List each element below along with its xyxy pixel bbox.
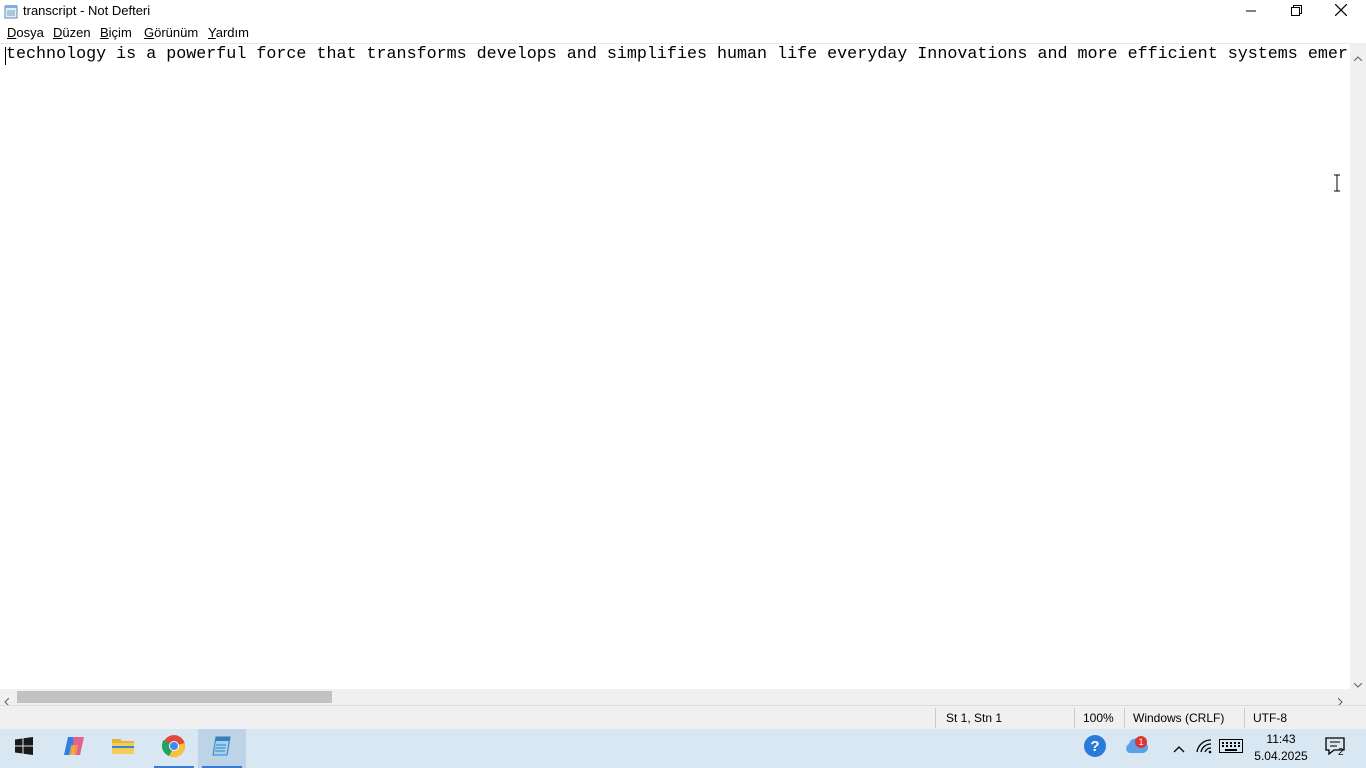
keyboard-tray-button[interactable] bbox=[1216, 729, 1246, 768]
encoding: UTF-8 bbox=[1253, 711, 1287, 725]
chevron-up-icon bbox=[1173, 740, 1185, 758]
editor-content[interactable]: technology is a powerful force that tran… bbox=[6, 45, 1348, 65]
minimize-icon bbox=[1246, 3, 1256, 21]
status-bar: St 1, Stn 1 100% Windows (CRLF) UTF-8 bbox=[0, 705, 1366, 729]
status-divider bbox=[1074, 708, 1075, 728]
menu-duzen[interactable]: Düzen bbox=[53, 25, 91, 40]
help-icon: ? bbox=[1083, 734, 1107, 763]
zoom-level: 100% bbox=[1083, 711, 1114, 725]
close-button[interactable] bbox=[1318, 0, 1364, 23]
chrome-button[interactable] bbox=[150, 729, 198, 768]
cursor-position: St 1, Stn 1 bbox=[946, 711, 1003, 725]
menu-yardim[interactable]: Yardım bbox=[208, 25, 249, 40]
clock-date: 5.04.2025 bbox=[1254, 749, 1308, 763]
menu-gorunum[interactable]: Görünüm bbox=[144, 25, 198, 40]
scrollbar-corner bbox=[1350, 689, 1366, 705]
copilot-icon bbox=[62, 735, 86, 762]
menu-bicim[interactable]: Biçim bbox=[100, 25, 132, 40]
scroll-up-arrow-icon[interactable] bbox=[1353, 48, 1363, 66]
status-divider bbox=[935, 708, 936, 728]
minimize-button[interactable] bbox=[1228, 0, 1274, 23]
restore-icon bbox=[1290, 3, 1302, 21]
wifi-icon bbox=[1195, 738, 1213, 759]
start-icon bbox=[15, 737, 33, 760]
notepad-icon bbox=[210, 734, 234, 763]
network-tray-button[interactable] bbox=[1192, 729, 1216, 768]
title-bar[interactable]: transcript - Not Defteri bbox=[0, 0, 1366, 23]
text-caret bbox=[5, 47, 6, 65]
chrome-icon bbox=[161, 734, 186, 763]
line-ending: Windows (CRLF) bbox=[1133, 711, 1225, 725]
taskbar-clock[interactable]: 11:43 5.04.2025 bbox=[1246, 731, 1316, 765]
help-tray-button[interactable]: ? bbox=[1080, 729, 1110, 768]
file-explorer-icon bbox=[111, 736, 135, 761]
horizontal-scroll-thumb[interactable] bbox=[17, 691, 332, 703]
status-divider bbox=[1244, 708, 1245, 728]
notepad-taskbar-button[interactable] bbox=[198, 729, 246, 768]
taskbar: ? 1 11:43 5.04.2025 2 bbox=[0, 729, 1366, 768]
start-button[interactable] bbox=[0, 729, 48, 768]
restore-button[interactable] bbox=[1273, 0, 1319, 23]
weather-badge: 1 bbox=[1135, 736, 1147, 748]
menu-bar: Dosya Düzen Biçim Görünüm Yardım bbox=[0, 23, 1366, 43]
horizontal-scrollbar[interactable] bbox=[0, 689, 1350, 707]
weather-tray-button[interactable] bbox=[1119, 729, 1153, 768]
notification-count: 2 bbox=[1338, 747, 1344, 758]
keyboard-icon bbox=[1219, 739, 1243, 758]
menu-dosya[interactable]: Dosya bbox=[7, 25, 44, 40]
copilot-button[interactable] bbox=[50, 729, 98, 768]
ibeam-cursor-icon bbox=[1332, 174, 1342, 192]
close-icon bbox=[1334, 3, 1348, 21]
show-hidden-icons-button[interactable] bbox=[1168, 729, 1190, 768]
text-editor[interactable]: technology is a powerful force that tran… bbox=[0, 43, 1350, 690]
notepad-icon bbox=[4, 4, 18, 19]
action-center-button[interactable] bbox=[1320, 729, 1350, 768]
file-explorer-button[interactable] bbox=[99, 729, 147, 768]
vertical-scrollbar[interactable] bbox=[1350, 43, 1366, 689]
svg-text:?: ? bbox=[1090, 738, 1099, 755]
clock-time: 11:43 bbox=[1266, 732, 1296, 746]
status-divider bbox=[1124, 708, 1125, 728]
window-title: transcript - Not Defteri bbox=[23, 3, 151, 18]
